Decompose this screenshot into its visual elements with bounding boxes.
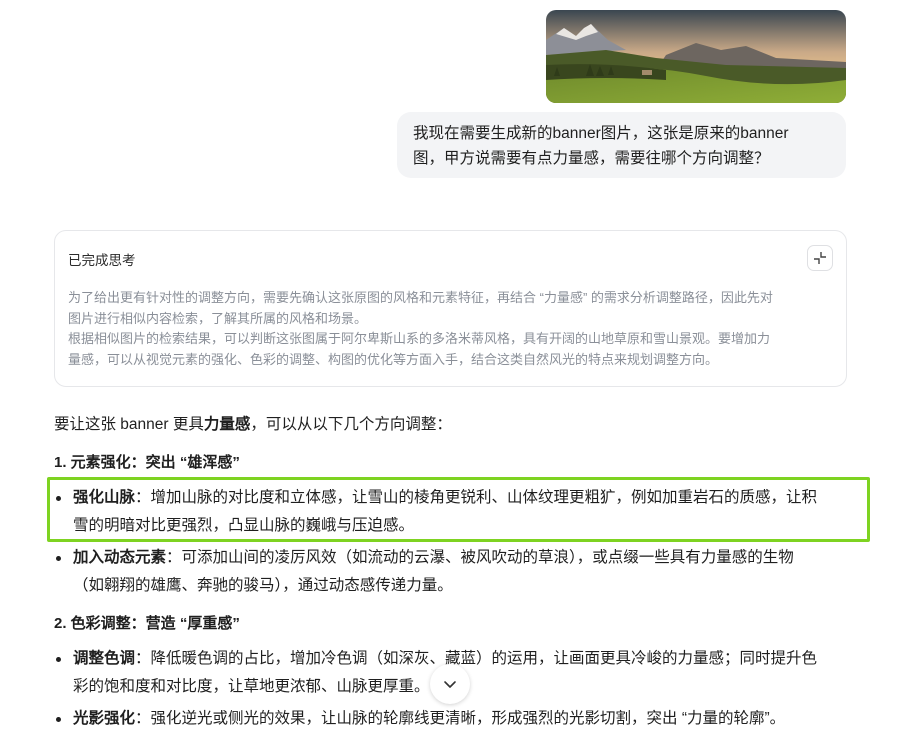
collapse-icon	[814, 252, 826, 264]
list-item-bold: 强化山脉	[73, 489, 136, 506]
answer-intro: 要让这张 banner 更具力量感，可以从以下几个方向调整：	[54, 412, 452, 434]
user-message-line: 图，甲方说需要有点力量感，需要往哪个方向调整？	[413, 150, 770, 167]
intro-bold-text: 力量感	[203, 416, 251, 433]
intro-text: ，可以从以下几个方向调整：	[250, 416, 452, 433]
list-item-line: 雪的明暗对比更强烈，凸显山脉的巍峨与压迫感。	[73, 517, 415, 534]
list-item-bold: 光影强化	[73, 710, 136, 727]
thinking-line: 为了给出更有针对性的调整方向，需要先确认这张原图的风格和元素特征，再结合 “力量…	[68, 290, 773, 305]
user-message-bubble: 我现在需要生成新的banner图片，这张是原来的banner 图，甲方说需要有点…	[397, 112, 846, 178]
collapse-thinking-button[interactable]	[807, 245, 833, 271]
bullet-dot	[56, 657, 61, 662]
list-item-bold: 调整色调	[73, 650, 136, 667]
list-item-bold: 加入动态元素	[73, 549, 167, 566]
list-item-line: ：降低暖色调的占比，增加冷色调（如深灰、藏蓝）的运用，让画面更具冷峻的力量感；同…	[135, 650, 818, 667]
bullet-dot	[56, 717, 61, 722]
intro-text: 要让这张 banner 更具	[54, 416, 204, 433]
list-item-line: ：可添加山间的凌厉风效（如流动的云瀑、被风吹动的草浪），或点缀一些具有力量感的生…	[166, 549, 794, 566]
section-heading: 1. 元素强化：突出 “雄浑感”	[54, 454, 240, 471]
bullet-dot	[56, 496, 61, 501]
chevron-down-icon	[444, 681, 456, 688]
list-item-line: ：增加山脉的对比度和立体感，让雪山的棱角更锐利、山体纹理更粗犷，例如加重岩石的质…	[135, 489, 818, 506]
list-item-line: ：强化逆光或侧光的效果，让山脉的轮廓线更清晰，形成强烈的光影切割，突出 “力量的…	[135, 710, 786, 727]
list-item-text: 光影强化：强化逆光或侧光的效果，让山脉的轮廓线更清晰，形成强烈的光影切割，突出 …	[73, 705, 843, 733]
list-item-text: 强化山脉：增加山脉的对比度和立体感，让雪山的棱角更锐利、山体纹理更粗犷，例如加重…	[73, 484, 843, 540]
thinking-content: 为了给出更有针对性的调整方向，需要先确认这张原图的风格和元素特征，再结合 “力量…	[68, 288, 832, 370]
thinking-title: 已完成思考	[68, 253, 136, 268]
thinking-panel: 已完成思考 为了给出更有针对性的调整方向，需要先确认这张原图的风格和元素特征，再…	[54, 230, 847, 387]
list-item-text: 加入动态元素：可添加山间的凌厉风效（如流动的云瀑、被风吹动的草浪），或点缀一些具…	[73, 544, 843, 600]
thinking-line: 图片进行相似内容检索，了解其所属的风格和场景。	[68, 310, 368, 326]
thinking-line: 量感，可以从视觉元素的强化、色彩的调整、构图的优化等方面入手，结合这类自然风光的…	[68, 351, 719, 367]
mountain-landscape-image	[546, 10, 846, 103]
bullet-dot	[56, 556, 61, 561]
user-message-line: 我现在需要生成新的banner图片，这张是原来的banner	[413, 125, 789, 142]
uploaded-banner-image[interactable]	[546, 10, 846, 103]
list-item-line: （如翱翔的雄鹰、奔驰的骏马），通过动态感传递力量。	[73, 577, 453, 594]
scroll-to-bottom-button[interactable]	[430, 664, 470, 704]
thinking-line: 根据相似图片的检索结果，可以判断这张图属于阿尔卑斯山系的多洛米蒂风格，具有开阔的…	[68, 331, 771, 346]
section-heading: 2. 色彩调整：营造 “厚重感”	[54, 615, 240, 632]
